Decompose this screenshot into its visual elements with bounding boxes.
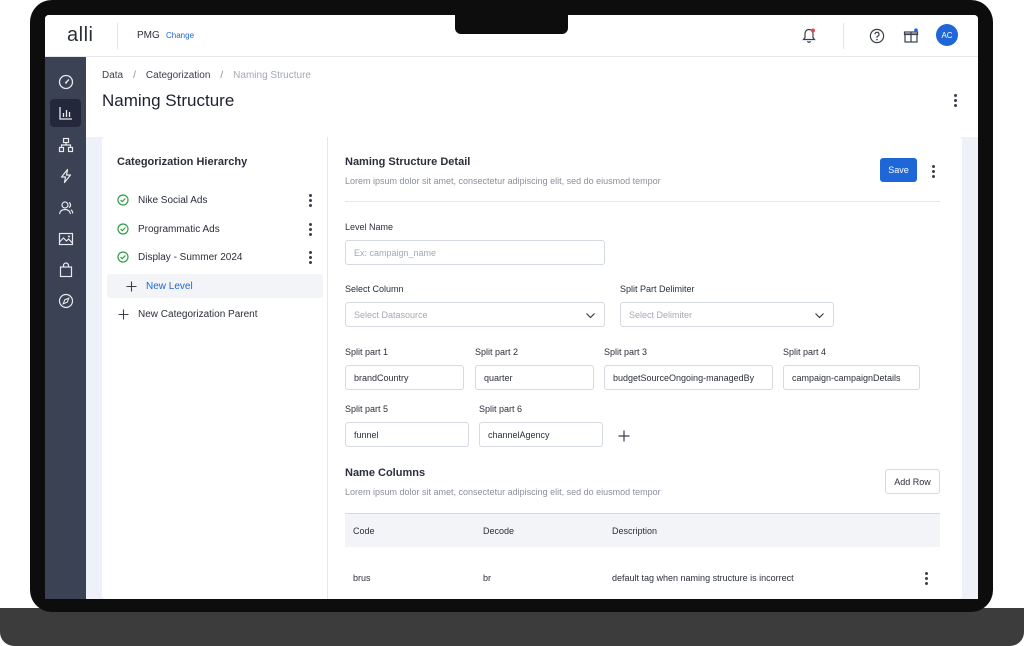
- item-more-icon[interactable]: [304, 192, 316, 208]
- laptop-base: [0, 608, 1024, 646]
- content-card: Categorization Hierarchy Nike Social Ads…: [102, 137, 962, 599]
- split-part-label: Split part 1: [345, 347, 389, 357]
- select-column-dropdown[interactable]: Select Datasource: [345, 302, 605, 327]
- hierarchy-item-label: Programmatic Ads: [138, 223, 220, 235]
- check-circle-icon: [111, 194, 135, 206]
- sidebar: [45, 57, 86, 599]
- change-org-link[interactable]: Change: [166, 31, 194, 40]
- check-circle-icon: [111, 251, 135, 263]
- detail-panel: Naming Structure Detail Lorem ipsum dolo…: [329, 137, 962, 599]
- hierarchy-item[interactable]: Nike Social Ads: [107, 188, 323, 212]
- plus-icon: [119, 281, 143, 292]
- divider: [117, 23, 118, 49]
- page-more-icon[interactable]: [949, 92, 961, 108]
- split-part-input[interactable]: funnel: [345, 422, 469, 447]
- new-parent-label: New Categorization Parent: [138, 308, 258, 320]
- split-part-input[interactable]: quarter: [475, 365, 594, 390]
- delimiter-value: Select Delimiter: [629, 309, 693, 320]
- split-part-input[interactable]: channelAgency: [479, 422, 603, 447]
- app-screen: alli PMG Change AC Data / Categorization…: [45, 15, 978, 599]
- name-columns-subtitle: Lorem ipsum dolor sit amet, consectetur …: [345, 487, 661, 497]
- avatar[interactable]: AC: [936, 24, 958, 46]
- column-header[interactable]: Decode: [483, 526, 514, 536]
- chevron-down-icon: [815, 313, 824, 319]
- new-parent-button[interactable]: New Categorization Parent: [107, 302, 323, 326]
- compass-icon[interactable]: [50, 287, 81, 315]
- delimiter-label: Split Part Delimiter: [620, 284, 695, 294]
- hierarchy-item-label: Display - Summer 2024: [138, 251, 243, 263]
- decode-cell: br: [483, 573, 492, 583]
- add-split-part-icon[interactable]: [618, 429, 630, 447]
- breadcrumb-item[interactable]: Categorization: [146, 70, 210, 81]
- breadcrumb-current: Naming Structure: [233, 70, 311, 81]
- hierarchy-icon[interactable]: [50, 131, 81, 159]
- split-part-input[interactable]: brandCountry: [345, 365, 464, 390]
- org-name: PMG: [137, 30, 160, 41]
- column-header[interactable]: Description: [612, 526, 657, 536]
- name-columns-title: Name Columns: [345, 467, 426, 479]
- check-circle-icon: [111, 223, 135, 235]
- select-column-value: Select Datasource: [354, 309, 428, 320]
- hierarchy-panel: Categorization Hierarchy Nike Social Ads…: [102, 137, 328, 599]
- save-button[interactable]: Save: [880, 158, 917, 182]
- hierarchy-title: Categorization Hierarchy: [117, 156, 248, 168]
- detail-subtitle: Lorem ipsum dolor sit amet, consectetur …: [345, 176, 661, 186]
- select-column-label: Select Column: [345, 284, 404, 294]
- split-part-label: Split part 2: [475, 347, 519, 357]
- bag-icon[interactable]: [50, 256, 81, 284]
- item-more-icon[interactable]: [304, 249, 316, 265]
- breadcrumb-separator: /: [133, 70, 136, 81]
- detail-title: Naming Structure Detail: [345, 156, 471, 168]
- hierarchy-item[interactable]: Programmatic Ads: [107, 217, 323, 241]
- split-part-label: Split part 5: [345, 404, 389, 414]
- bolt-icon[interactable]: [50, 162, 81, 190]
- level-name-input[interactable]: Ex: campaign_name: [345, 240, 605, 265]
- chart-icon[interactable]: [50, 99, 81, 127]
- split-part-label: Split part 6: [479, 404, 523, 414]
- code-cell: brus: [353, 573, 371, 583]
- split-part-input[interactable]: budgetSourceOngoing-managedBy: [604, 365, 773, 390]
- add-row-button[interactable]: Add Row: [885, 469, 940, 494]
- page-title: Naming Structure: [102, 91, 235, 110]
- breadcrumb: Data / Categorization / Naming Structure: [102, 70, 311, 81]
- page-header: Data / Categorization / Naming Structure…: [86, 57, 978, 137]
- app-logo[interactable]: alli: [67, 24, 93, 47]
- camera-notch: [455, 12, 568, 34]
- split-part-input[interactable]: campaign-campaignDetails: [783, 365, 920, 390]
- split-part-label: Split part 4: [783, 347, 827, 357]
- new-level-button[interactable]: New Level: [107, 274, 323, 298]
- chevron-down-icon: [586, 313, 595, 319]
- new-level-label: New Level: [146, 280, 193, 292]
- hierarchy-item-label: Nike Social Ads: [138, 194, 208, 206]
- detail-more-icon[interactable]: [927, 163, 939, 179]
- row-more-icon[interactable]: [920, 570, 932, 586]
- users-icon[interactable]: [50, 194, 81, 222]
- dashboard-icon[interactable]: [50, 68, 81, 96]
- gift-icon[interactable]: [900, 25, 922, 47]
- hierarchy-item[interactable]: Display - Summer 2024: [107, 245, 323, 269]
- table-header: Code Decode Description: [345, 513, 940, 547]
- column-header[interactable]: Code: [353, 526, 375, 536]
- delimiter-dropdown[interactable]: Select Delimiter: [620, 302, 834, 327]
- image-icon[interactable]: [50, 225, 81, 253]
- item-more-icon[interactable]: [304, 221, 316, 237]
- divider: [843, 23, 844, 49]
- help-icon[interactable]: [866, 25, 888, 47]
- split-part-label: Split part 3: [604, 347, 648, 357]
- plus-icon: [111, 309, 135, 320]
- description-cell: default tag when naming structure is inc…: [612, 573, 794, 583]
- divider: [345, 201, 940, 202]
- breadcrumb-item[interactable]: Data: [102, 70, 123, 81]
- table-row: brus br default tag when naming structur…: [345, 561, 940, 595]
- bell-icon[interactable]: [798, 25, 820, 47]
- breadcrumb-separator: /: [220, 70, 224, 81]
- level-name-label: Level Name: [345, 222, 394, 232]
